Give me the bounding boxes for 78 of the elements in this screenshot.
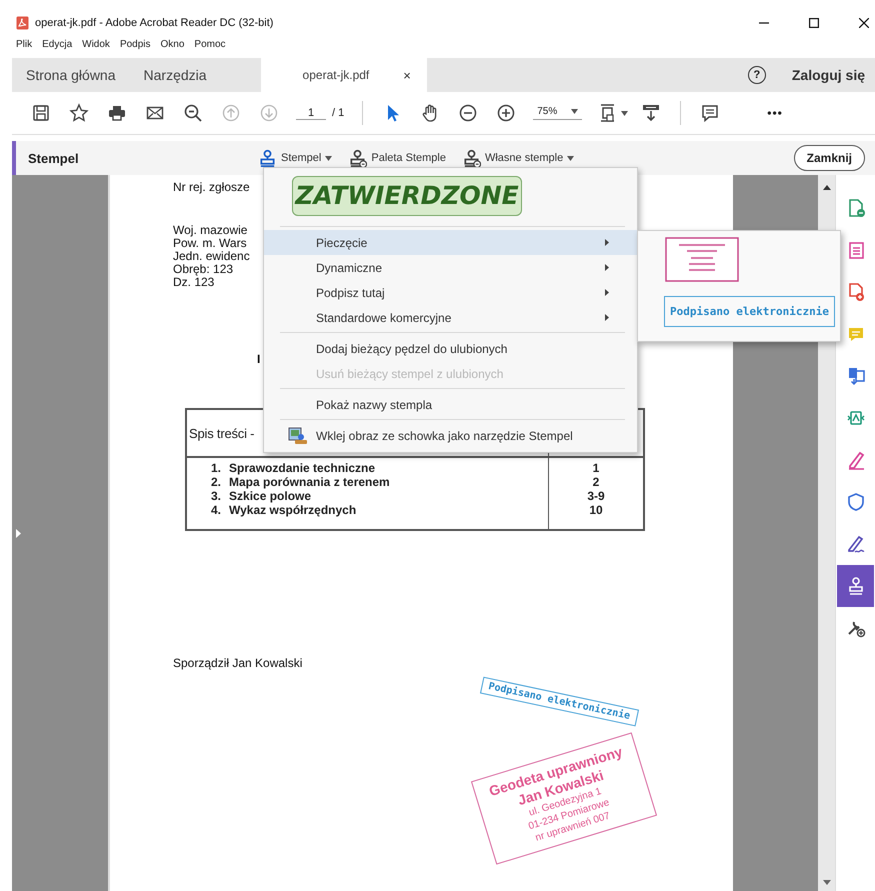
signature-stamp-option[interactable]: Podpisano elektronicznie: [664, 296, 835, 327]
document-text: Jedn. ewidenc: [173, 250, 250, 263]
menu-item[interactable]: Okno: [160, 38, 184, 50]
stamp-preview[interactable]: ZATWIERDZONE: [292, 176, 522, 216]
table-cell-text: 1: [592, 461, 600, 475]
tool-button[interactable]: [837, 565, 874, 607]
page-count: / 1: [332, 107, 344, 119]
page-number-field[interactable]: 1: [296, 106, 326, 120]
minus-icon[interactable]: [458, 103, 478, 123]
nav-tab[interactable]: Strona główna: [12, 58, 130, 92]
scroll-icon[interactable]: [641, 103, 662, 123]
menu-item[interactable]: Dodaj bieżący pędzel do ulubionych: [264, 336, 637, 361]
table-cell-text: 3-9: [586, 489, 606, 503]
stamp-dropdown[interactable]: Stempel: [258, 148, 332, 168]
clipboard-image-icon: [288, 426, 308, 444]
more-button[interactable]: •••: [767, 106, 783, 120]
table-cell-text: 10: [588, 503, 604, 517]
plus-icon[interactable]: [496, 103, 516, 123]
print-icon[interactable]: [107, 103, 127, 123]
document-text: Obręb: 123: [173, 263, 234, 276]
document-text: Pow. m. Wars: [173, 237, 247, 250]
pdf-icon: [16, 16, 29, 30]
table-heading: Spis treści -: [188, 426, 254, 440]
save-icon[interactable]: [31, 103, 51, 123]
document-text: Woj. mazowie: [173, 224, 248, 237]
row-number: 3.: [211, 489, 222, 503]
expand-icon[interactable]: [16, 528, 21, 538]
scroll-down-icon[interactable]: [822, 880, 830, 885]
document-text: Dz. 123: [173, 276, 214, 289]
caret-icon: [567, 156, 574, 160]
close-button[interactable]: Zamknij: [794, 145, 865, 171]
scroll-up-icon[interactable]: [822, 185, 830, 190]
tab-close-button[interactable]: ×: [403, 68, 411, 82]
stamp-thumbnail[interactable]: [665, 237, 739, 282]
star-icon[interactable]: [69, 103, 89, 123]
table-cell: Mapa porównania z terenem: [229, 475, 390, 489]
table-cell-text: 2: [592, 475, 600, 489]
stamp-icon: [258, 148, 277, 168]
menu-item[interactable]: Dynamiczne: [264, 255, 637, 280]
submenu-arrow-icon: [605, 239, 609, 246]
menu-item[interactable]: Pokaż nazwy stempla: [264, 392, 637, 417]
menu-item[interactable]: Widok: [82, 38, 110, 50]
zoom-icon[interactable]: [183, 103, 203, 123]
heading-fragment: I: [257, 353, 260, 366]
menu-item[interactable]: Edycja: [42, 38, 72, 50]
sign-in-link[interactable]: Zaloguj się: [792, 67, 865, 83]
submenu-arrow-icon: [605, 289, 609, 296]
document-tab[interactable]: operat-jk.pdf ×: [260, 58, 427, 92]
help-button[interactable]: ?: [748, 66, 766, 84]
table-cell: Wykaz współrzędnych: [229, 503, 356, 517]
menu-item[interactable]: Plik: [16, 38, 32, 50]
zoom-dropdown[interactable]: 75%: [533, 106, 582, 120]
document-text: Sporządził Jan Kowalski: [173, 657, 302, 670]
menu-item[interactable]: Wklej obraz ze schowka jako narzędzie Stempel: [264, 423, 637, 448]
nav-tab[interactable]: Narzędzia: [130, 58, 221, 92]
stamp-tool-button[interactable]: Paleta Stemple: [348, 148, 446, 168]
submenu-arrow-icon: [605, 314, 609, 321]
row-number: 2.: [211, 475, 222, 489]
caret-icon: [571, 109, 578, 114]
submenu-arrow-icon: [605, 264, 609, 271]
menu-item[interactable]: Pieczęcie: [264, 230, 637, 255]
table-cell: Szkice polowe: [229, 489, 312, 503]
menu-item[interactable]: Pomoc: [194, 38, 226, 50]
window-title: operat-jk.pdf - Adobe Acrobat Reader DC (32-bit): [35, 17, 274, 29]
close-icon[interactable]: [859, 18, 869, 28]
caret-icon: [621, 110, 628, 116]
row-number: 4.: [211, 503, 222, 517]
caret-icon: [325, 156, 332, 160]
row-number: 1.: [211, 461, 222, 475]
menu-item[interactable]: Podpis: [120, 38, 151, 50]
table-cell: Sprawozdanie techniczne: [229, 461, 376, 475]
toolbar-title: Stempel: [28, 150, 80, 166]
menu-item[interactable]: Standardowe komercyjne: [264, 305, 637, 330]
menu-item[interactable]: Podpisz tutaj: [264, 280, 637, 305]
comment-icon[interactable]: [700, 103, 720, 123]
document-text: Nr rej. zgłosze: [173, 181, 250, 194]
stamp-tool-button[interactable]: Własne stemple: [462, 148, 574, 168]
maximize-icon[interactable]: [809, 18, 819, 28]
